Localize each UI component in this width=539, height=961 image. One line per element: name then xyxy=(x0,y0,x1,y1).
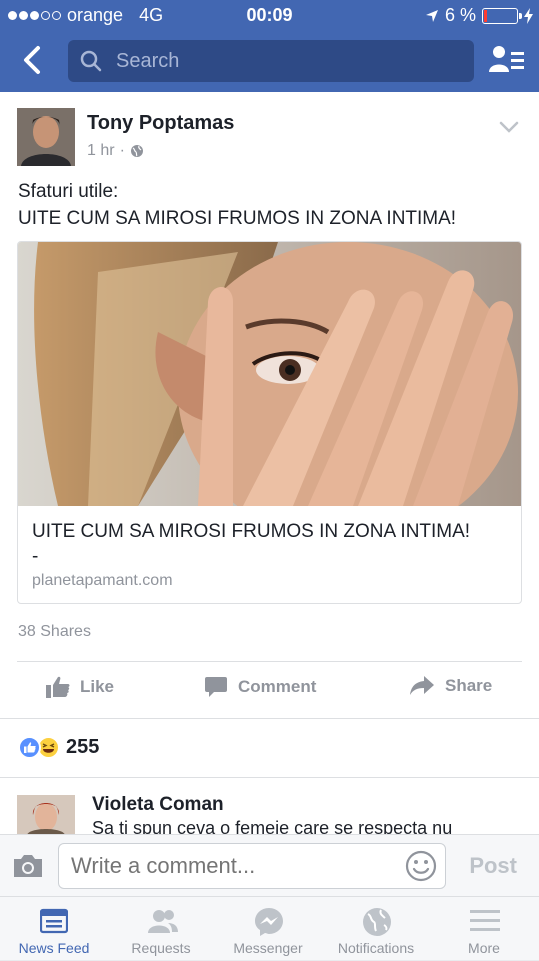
link-domain: planetapamant.com xyxy=(32,572,173,589)
commenter-name[interactable]: Violeta Coman xyxy=(92,794,224,816)
divider xyxy=(0,718,539,719)
comment-label: Comment xyxy=(238,677,317,696)
globe-icon xyxy=(363,908,391,936)
commenter-avatar[interactable] xyxy=(17,795,75,834)
comment-input[interactable] xyxy=(58,843,446,889)
friend-list-button[interactable] xyxy=(489,44,525,81)
share-label: Share xyxy=(445,676,493,695)
chevron-left-icon xyxy=(24,46,40,74)
camera-button[interactable] xyxy=(12,853,44,884)
status-bar: orange 4G 00:09 6 % xyxy=(0,0,539,30)
post-text-line: Sfaturi utile: xyxy=(18,181,119,202)
requests-icon xyxy=(148,910,178,933)
tab-label: Requests xyxy=(131,940,191,956)
news-feed-icon xyxy=(40,908,68,934)
reactions-summary[interactable]: 255 xyxy=(18,736,99,759)
tab-label: Messenger xyxy=(233,940,303,956)
share-arrow-icon xyxy=(410,676,434,695)
reaction-count: 255 xyxy=(66,736,100,758)
battery-icon xyxy=(482,7,522,24)
sticker-button[interactable] xyxy=(405,850,437,887)
tab-requests[interactable]: Requests xyxy=(107,897,215,961)
bottom-tab-bar: News Feed Requests Messenger Notificatio… xyxy=(0,896,539,960)
thumbs-up-icon xyxy=(46,676,70,698)
tab-label: More xyxy=(468,940,500,956)
post-card: Tony Poptamas 1 hr · Sfaturi utile: UITE… xyxy=(0,92,539,834)
smiley-icon xyxy=(405,850,437,882)
back-button[interactable] xyxy=(14,42,50,78)
divider xyxy=(0,777,539,778)
meta-separator: · xyxy=(119,142,125,159)
link-preview-image xyxy=(18,242,521,506)
charging-bolt-icon xyxy=(524,7,533,24)
status-right: 6 % xyxy=(425,5,533,26)
camera-icon xyxy=(14,855,42,877)
tab-news-feed[interactable]: News Feed xyxy=(0,897,108,961)
comment-text: Sa ti spun ceva o femeie care se respect… xyxy=(92,818,453,834)
tab-label: News Feed xyxy=(18,940,90,956)
shares-count[interactable]: 38 Shares xyxy=(18,623,91,641)
tab-more[interactable]: More xyxy=(430,897,538,961)
post-meta: 1 hr · xyxy=(87,142,144,160)
post-text-line: UITE CUM SA MIROSI FRUMOS IN ZONA INTIMA… xyxy=(18,208,457,229)
share-button[interactable]: Share xyxy=(409,676,492,696)
chevron-down-icon xyxy=(499,121,519,133)
app-header: orange 4G 00:09 6 % Search xyxy=(0,0,539,92)
search-placeholder: Search xyxy=(116,49,180,72)
commenter-photo xyxy=(17,795,75,834)
like-label: Like xyxy=(80,677,115,696)
menu-icon xyxy=(470,910,500,931)
battery-percent: 6 % xyxy=(444,5,476,25)
comment-composer: Post xyxy=(0,834,539,896)
comment-button[interactable]: Comment xyxy=(204,676,316,698)
post-options-button[interactable] xyxy=(499,120,519,138)
tab-messenger[interactable]: Messenger xyxy=(214,897,322,961)
location-arrow-icon xyxy=(425,9,438,22)
navigation-bar: Search xyxy=(0,36,539,86)
comment-icon xyxy=(205,677,227,697)
globe-icon xyxy=(130,145,143,157)
friend-list-icon xyxy=(489,46,524,72)
author-photo xyxy=(17,108,75,166)
link-description: - xyxy=(32,546,39,567)
tab-notifications[interactable]: Notifications xyxy=(322,897,430,961)
link-preview[interactable]: UITE CUM SA MIROSI FRUMOS IN ZONA INTIMA… xyxy=(17,241,522,604)
search-icon xyxy=(80,50,102,72)
post-author-name[interactable]: Tony Poptamas xyxy=(87,112,234,135)
search-bar[interactable]: Search xyxy=(68,40,474,82)
post-time[interactable]: 1 hr xyxy=(87,142,115,160)
like-reaction-icon xyxy=(18,736,41,759)
messenger-icon xyxy=(255,908,283,936)
post-text: Sfaturi utile: UITE CUM SA MIROSI FRUMOS… xyxy=(18,178,456,232)
link-title: UITE CUM SA MIROSI FRUMOS IN ZONA INTIMA… xyxy=(32,521,471,542)
tab-label: Notifications xyxy=(337,940,415,956)
like-button[interactable]: Like xyxy=(46,676,114,698)
author-avatar[interactable] xyxy=(17,108,75,166)
post-actions: Like Comment Share xyxy=(0,662,539,718)
post-comment-button[interactable]: Post xyxy=(469,853,517,879)
